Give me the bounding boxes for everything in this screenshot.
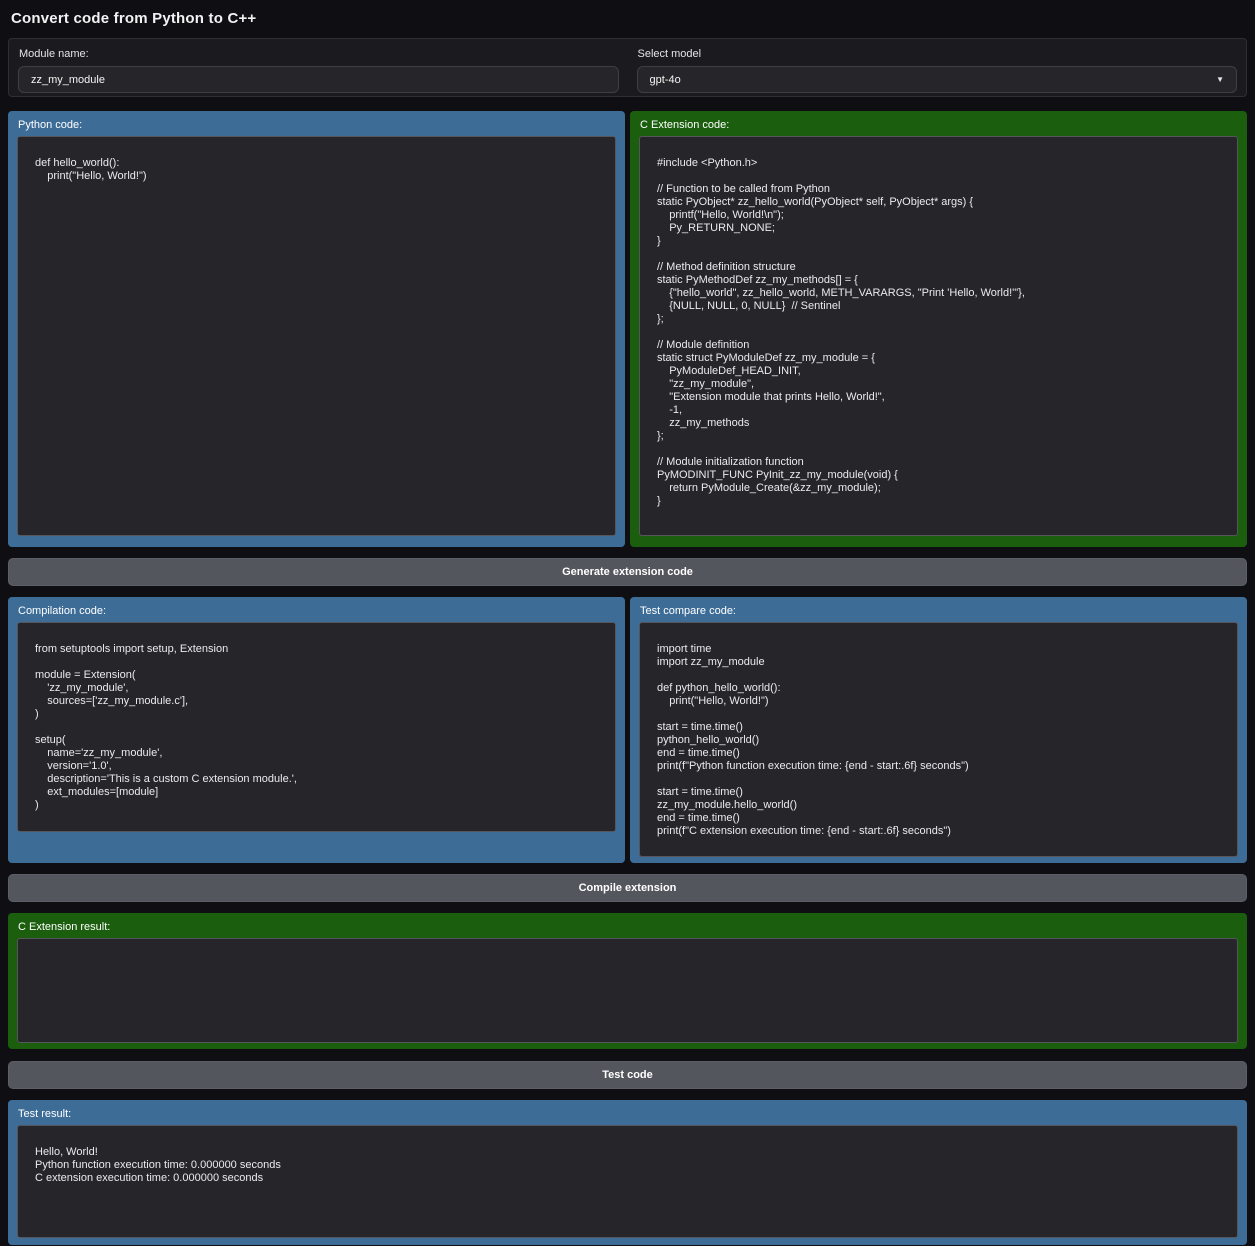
python-code-textarea[interactable]: def hello_world(): print("Hello, World!"… xyxy=(17,136,616,536)
module-name-value: zz_my_module xyxy=(31,74,105,86)
module-name-field-group: Module name: zz_my_module xyxy=(18,47,619,87)
c-extension-code-panel: C Extension code: #include <Python.h> //… xyxy=(630,111,1247,547)
compile-extension-button[interactable]: Compile extension xyxy=(8,874,1247,902)
test-compare-code-textarea[interactable]: import time import zz_my_module def pyth… xyxy=(639,622,1238,857)
c-extension-code-textarea[interactable]: #include <Python.h> // Function to be ca… xyxy=(639,136,1238,536)
c-extension-result-panel: C Extension result: xyxy=(8,913,1247,1049)
generate-extension-code-button[interactable]: Generate extension code xyxy=(8,558,1247,586)
compilation-code-panel: Compilation code: from setuptools import… xyxy=(8,597,625,863)
c-extension-result-label: C Extension result: xyxy=(18,921,1238,933)
test-result-panel: Test result: Hello, World! Python functi… xyxy=(8,1100,1247,1245)
test-compare-code-panel: Test compare code: import time import zz… xyxy=(630,597,1247,863)
c-extension-result-textarea[interactable] xyxy=(17,938,1238,1043)
compilation-code-label: Compilation code: xyxy=(18,605,616,617)
model-select-dropdown[interactable]: gpt-4o ▼ xyxy=(637,66,1238,93)
test-compare-code-label: Test compare code: xyxy=(640,605,1238,617)
model-selected-value: gpt-4o xyxy=(650,74,681,86)
page-title: Convert code from Python to C++ xyxy=(11,10,1247,27)
test-code-button[interactable]: Test code xyxy=(8,1061,1247,1089)
module-name-label: Module name: xyxy=(19,48,619,60)
chevron-down-icon: ▼ xyxy=(1216,76,1224,84)
model-select-label: Select model xyxy=(638,48,1238,60)
code-panels-row: Python code: def hello_world(): print("H… xyxy=(8,111,1247,547)
compilation-panels-row: Compilation code: from setuptools import… xyxy=(8,597,1247,863)
module-name-input[interactable]: zz_my_module xyxy=(18,66,619,93)
python-code-panel: Python code: def hello_world(): print("H… xyxy=(8,111,625,547)
test-result-textarea[interactable]: Hello, World! Python function execution … xyxy=(17,1125,1238,1238)
python-code-label: Python code: xyxy=(18,119,616,131)
test-result-label: Test result: xyxy=(18,1108,1238,1120)
c-extension-code-label: C Extension code: xyxy=(640,119,1238,131)
compilation-code-textarea[interactable]: from setuptools import setup, Extension … xyxy=(17,622,616,832)
config-panel: Module name: zz_my_module Select model g… xyxy=(8,38,1247,97)
model-select-group: Select model gpt-4o ▼ xyxy=(637,47,1238,87)
